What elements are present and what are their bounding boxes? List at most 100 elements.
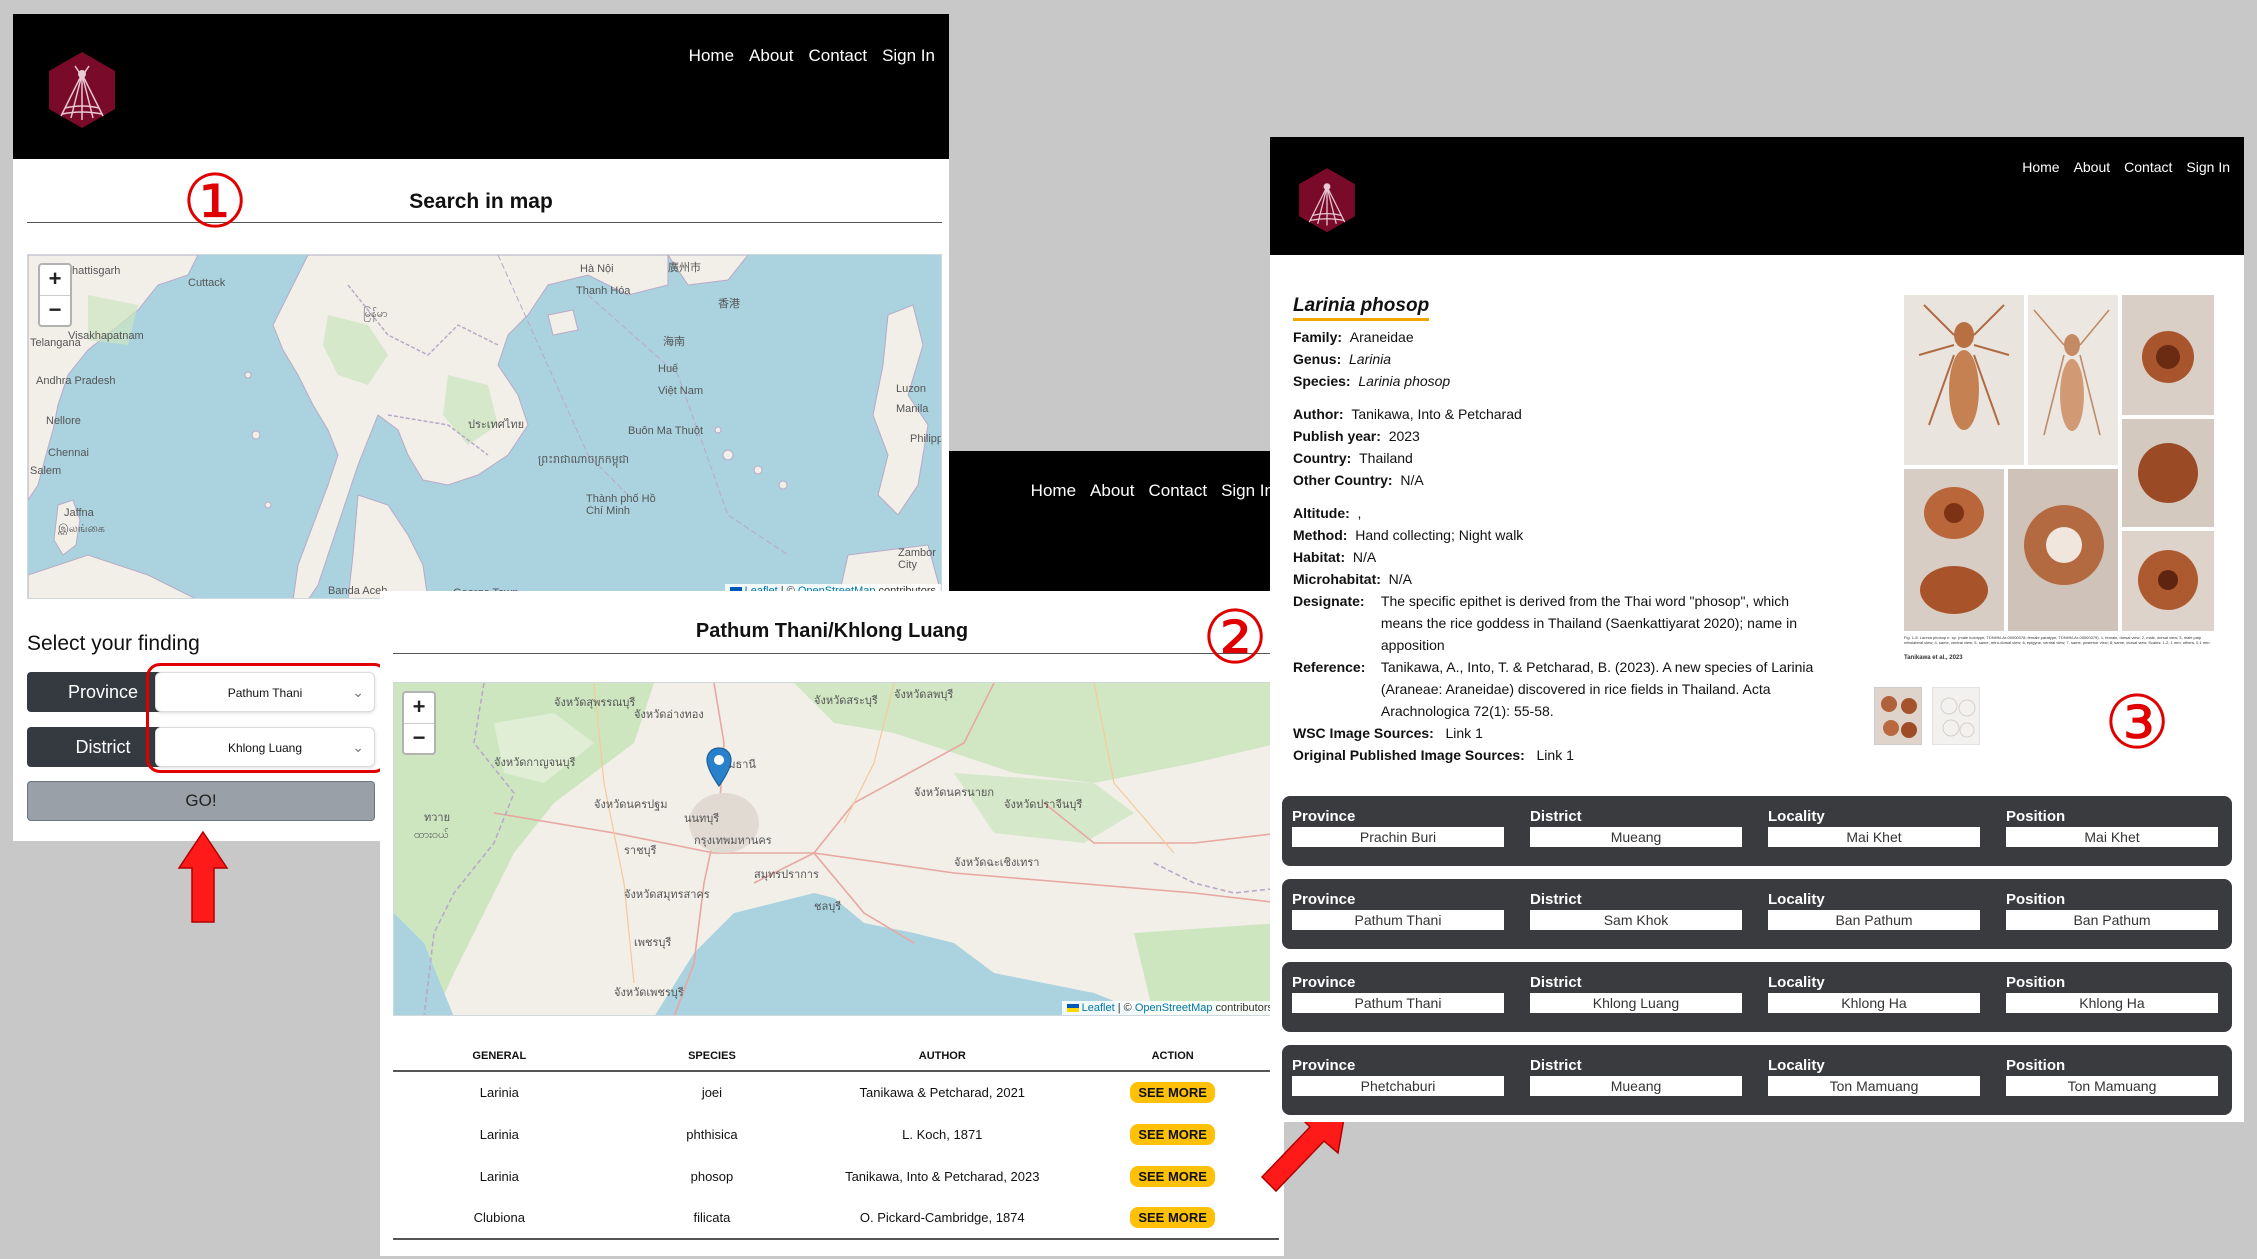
cell-species: joei [701, 1085, 723, 1100]
info-value: Thailand [1359, 450, 1413, 466]
info-value: N/A [1388, 571, 1413, 587]
loc-value: Mueang [1530, 1076, 1742, 1096]
map-label: ထားဝယ် [414, 829, 449, 841]
loc-position: Position Mai Khet [2006, 808, 2218, 847]
loc-position: Position Khlong Ha [2006, 974, 2218, 1013]
map-label: Philipp [910, 433, 942, 445]
info-value: N/A [1400, 472, 1424, 488]
loc-label: District [1530, 891, 1582, 908]
location-card: Province Pathum Thani District Sam Khok Lo… [1282, 879, 2232, 949]
osm-link[interactable]: OpenStreetMap [1135, 1002, 1213, 1014]
loc-label: Province [1292, 891, 1356, 908]
info-species: Species: Larinia phosop [1293, 373, 1450, 389]
loc-locality: Locality Mai Khet [1768, 808, 1980, 847]
loc-value: Pathum Thani [1292, 910, 1504, 930]
nav-home[interactable]: Home [2022, 159, 2059, 175]
nav-signin[interactable]: Sign In [2186, 159, 2230, 175]
nav-contact[interactable]: Contact [1148, 481, 1207, 501]
see-more-button[interactable]: SEE MORE [1130, 1165, 1215, 1187]
see-more-button[interactable]: SEE MORE [1130, 1123, 1215, 1145]
nav-about[interactable]: About [749, 46, 793, 66]
map-thailand-central[interactable]: กรุงเทพมหานคร ปทุมธานี นนทบุรี สมุทรปราก… [393, 682, 1279, 1016]
loc-label: District [1530, 808, 1582, 825]
leaflet-link[interactable]: Leaflet [1082, 1002, 1115, 1014]
nav-about[interactable]: About [1090, 481, 1134, 501]
step-2-marker: ② [1201, 595, 1269, 681]
map-label: จังหวัดฉะเชิงเทรา [954, 857, 1040, 869]
nav-home[interactable]: Home [1031, 481, 1076, 501]
zoom-out-button[interactable]: − [404, 723, 434, 753]
info-value: Araneidae [1349, 329, 1414, 345]
loc-district: District Khlong Luang [1530, 974, 1742, 1013]
thumbnail[interactable] [1932, 687, 1980, 745]
nav-about[interactable]: About [2074, 159, 2111, 175]
map-label: จังหวัดปราจีนบุรี [1004, 799, 1083, 811]
map-label: จังหวัดเพชรบุรี [614, 987, 684, 999]
col-action: ACTION [1066, 1041, 1279, 1072]
nav-home[interactable]: Home [689, 46, 734, 66]
see-more-button[interactable]: SEE MORE [1130, 1082, 1215, 1103]
loc-label: Position [2006, 974, 2066, 991]
info-altitude: Altitude: , [1293, 505, 1361, 521]
map-label: Telangana [30, 337, 81, 349]
map-label: จังหวัดนครนายก [914, 787, 994, 799]
info-designate: Designate: The specific epithet is deriv… [1293, 593, 1797, 656]
map-label: Thanh Hóa [576, 285, 631, 297]
loc-label: Position [2006, 891, 2066, 908]
reference-line: Arachnologica 72(1): 55-58. [1380, 703, 1554, 719]
info-method: Method: Hand collecting; Night walk [1293, 527, 1523, 543]
province-select[interactable]: Pathum Thani ⌄ [155, 672, 375, 712]
loc-locality: Locality Ton Mamuang [1768, 1057, 1980, 1096]
info-reference: Reference: Tanikawa, A., Into, T. & Petc… [1293, 659, 1813, 722]
map-label: Manila [896, 403, 929, 415]
original-link[interactable]: Link 1 [1537, 747, 1574, 763]
district-select[interactable]: Khlong Luang ⌄ [155, 727, 375, 767]
nav-contact[interactable]: Contact [2124, 159, 2172, 175]
loc-label: District [1530, 974, 1582, 991]
results-table: GENERAL SPECIES AUTHOR ACTION Larinia jo… [393, 1041, 1279, 1240]
panel-species-detail: Home About Contact Sign In Larinia phoso… [1270, 137, 2244, 1122]
cell-action: SEE MORE [1066, 1155, 1279, 1197]
map-label: Cuttack [188, 277, 226, 289]
logo[interactable] [43, 46, 121, 136]
info-publish-year: Publish year: 2023 [1293, 428, 1420, 444]
designate-line: apposition [1380, 637, 1445, 653]
info-value: , [1357, 505, 1362, 521]
info-author: Author: Tanikawa, Into & Petcharad [1293, 406, 1522, 422]
info-label: Original Published Image Sources: [1293, 747, 1525, 763]
loc-label: District [1530, 1057, 1582, 1074]
zoom-out-button[interactable]: − [40, 295, 70, 325]
cell-action: SEE MORE [1066, 1071, 1279, 1113]
zoom-in-button[interactable]: + [40, 265, 70, 295]
nav-contact[interactable]: Contact [808, 46, 867, 66]
zoom-in-button[interactable]: + [404, 693, 434, 723]
map-label: Banda Aceh [328, 585, 388, 597]
loc-value: Mai Khet [2006, 827, 2218, 847]
map-marker-icon[interactable] [706, 747, 732, 787]
table-row: Clubiona filicata O. Pickard-Cambridge, … [393, 1197, 1279, 1239]
nav-signin[interactable]: Sign In [882, 46, 935, 66]
map-label: นนทบุรี [684, 813, 720, 825]
see-more-button[interactable]: SEE MORE [1130, 1207, 1215, 1228]
thumbnail[interactable] [1874, 687, 1922, 745]
go-button[interactable]: GO! [27, 781, 375, 821]
logo[interactable] [1294, 163, 1360, 239]
wsc-link[interactable]: Link 1 [1446, 725, 1483, 741]
loc-label: Province [1292, 808, 1356, 825]
map-label: จังหวัดนครปฐม [594, 799, 668, 811]
map-southeast-asia[interactable]: Chhattisgarh Cuttack Visakhapatnam Telan… [27, 254, 942, 599]
map-label: กรุงเทพมหานคร [694, 835, 772, 847]
cell-general: Larinia [479, 1168, 519, 1184]
loc-value: Khlong Ha [1768, 993, 1980, 1013]
info-label: Species: [1293, 373, 1351, 389]
reference-line: Tanikawa, A., Into, T. & Petcharad, B. (… [1380, 659, 1814, 675]
reference-line: (Araneae: Araneidae) discovered in rice … [1380, 681, 1771, 697]
table-row: Larinia phthisica L. Koch, 1871 SEE MORE [393, 1113, 1279, 1155]
info-label: Genus: [1293, 351, 1342, 367]
cell-action: SEE MORE [1066, 1197, 1279, 1239]
col-species: SPECIES [605, 1041, 819, 1072]
loc-province: Province Pathum Thani [1292, 891, 1504, 930]
species-figure[interactable]: Fig. 1-8. Larinia phosop n. sp. (male ho… [1904, 295, 2214, 665]
nav-signin[interactable]: Sign In [1221, 481, 1274, 501]
map-label: Buôn Ma Thuột [628, 425, 704, 437]
